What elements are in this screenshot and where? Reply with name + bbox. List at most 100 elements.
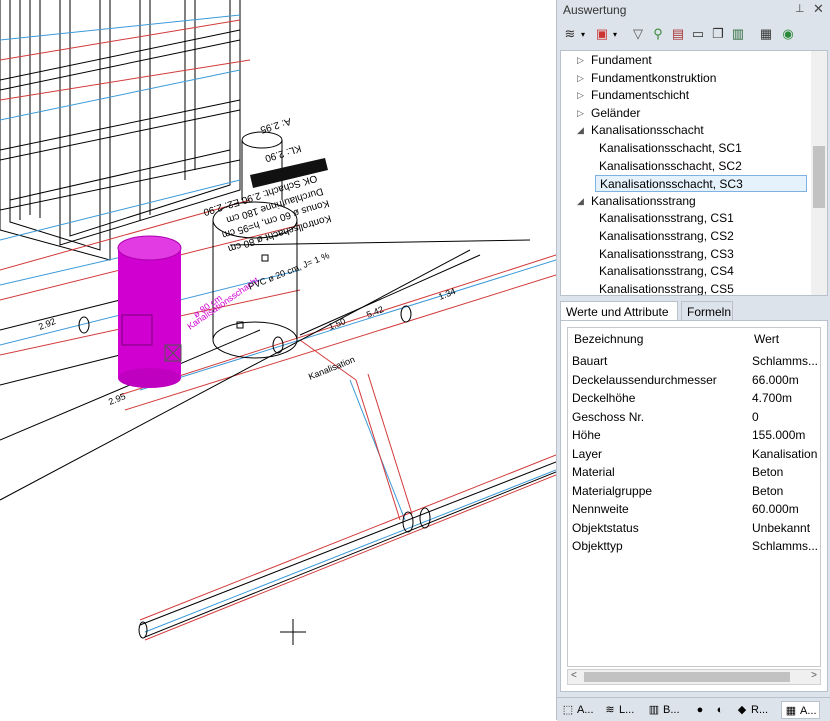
property-row[interactable]: Objektstatus Unbekannt [568, 519, 820, 537]
report-icon[interactable]: ▤ [669, 25, 687, 43]
panel-titlebar: Auswertung ⊥ ✕ [557, 0, 830, 20]
tree-item-label: Kanalisationsstrang, CS5 [599, 281, 734, 296]
close-icon[interactable]: ✕ [813, 1, 824, 17]
property-value: 0 [752, 409, 759, 424]
tree-item[interactable]: Kanalisationsschacht, SC1 [595, 140, 787, 157]
bottom-tab-label: A... [800, 705, 817, 717]
hscroll-thumb[interactable] [584, 672, 790, 682]
tree-group[interactable]: ▷ Fundamentkonstruktion [577, 70, 787, 87]
tree-item[interactable]: Kanalisationsschacht, SC2 [595, 158, 787, 175]
tree-group[interactable]: ◢ Kanalisationsschacht [577, 122, 787, 139]
tree-item[interactable]: Kanalisationsstrang, CS1 [595, 210, 787, 227]
collapse-arrow-icon[interactable]: ◢ [577, 122, 589, 139]
bottom-tab[interactable]: ● [693, 701, 709, 719]
bottom-tab[interactable]: ≋ L... [603, 701, 634, 719]
books-icon: ▥ [648, 704, 660, 716]
property-row[interactable]: Deckelhöhe 4.700m [568, 389, 820, 407]
tree-item[interactable]: Kanalisationsstrang, CS5 [595, 281, 787, 296]
header-name[interactable]: Bezeichnung [574, 332, 643, 346]
property-name: Objekttyp [572, 539, 623, 553]
property-name: Layer [572, 446, 603, 461]
property-value: 4.700m [752, 391, 793, 405]
tree-group[interactable]: ◢ Kanalisationsstrang [577, 193, 787, 210]
export-icon[interactable]: ▥ [729, 25, 747, 43]
properties-grid: Bezeichnung Wert Bauart Schlamms... Deckel… [567, 327, 821, 667]
tree-item-label: Kanalisationsschacht, SC3 [600, 177, 743, 192]
property-name: Bauart [572, 354, 608, 368]
property-row[interactable]: Höhe 155.000m [568, 426, 820, 444]
layers-icon[interactable]: ≋ [561, 25, 579, 43]
tag-icon: ◆ [737, 704, 747, 716]
cad-viewport[interactable]: Kanalisationsschacht ø 80 cm Kontrollsch… [0, 0, 556, 720]
red-lines [0, 19, 556, 641]
tab-formulas[interactable]: Formeln [681, 301, 733, 321]
tree-item-label: Kanalisationsschacht, SC2 [599, 158, 742, 173]
property-name: Objektstatus [572, 520, 639, 535]
property-name: Höhe [572, 428, 601, 442]
collapse-arrow-icon[interactable]: ◢ [577, 193, 589, 210]
tab-values-attributes[interactable]: Werte und Attribute [560, 301, 678, 321]
expand-arrow-icon[interactable]: ▷ [577, 87, 589, 104]
property-row[interactable]: Objekttyp Schlamms... [568, 537, 820, 555]
property-name: Geschoss Nr. [572, 409, 645, 424]
tree-item-label: Kanalisationsstrang, CS4 [599, 264, 734, 279]
property-row[interactable]: Layer Kanalisation [568, 445, 820, 463]
selected-shaft[interactable] [117, 235, 182, 388]
property-value: Schlamms... [752, 354, 819, 368]
cad-drawing[interactable]: Kanalisationsschacht ø 80 cm Kontrollsch… [0, 0, 556, 720]
property-row[interactable]: Nennweite 60.000m [568, 500, 820, 518]
cube-icon: ⬚ [562, 704, 574, 716]
search-icon[interactable]: ⚲ [649, 25, 667, 43]
tree-item[interactable]: Kanalisationsstrang, CS4 [595, 263, 787, 280]
property-row[interactable]: Deckelaussendurchmesser 66.000m [568, 371, 820, 389]
tree-item[interactable]: Kanalisationsschacht, SC3 [595, 175, 807, 193]
tree-group[interactable]: ▷ Fundament [577, 52, 787, 69]
tree-item[interactable]: Kanalisationsstrang, CS2 [595, 228, 787, 245]
pin-icon[interactable]: ⊥ [795, 2, 805, 15]
tree-group[interactable]: ▷ Geländer [577, 105, 787, 122]
header-value[interactable]: Wert [754, 332, 779, 346]
help-report-icon[interactable]: ▣ [593, 25, 611, 43]
bottom-tab[interactable]: ◆ R... [735, 701, 768, 719]
properties-panel: Bezeichnung Wert Bauart Schlamms... Deckel… [560, 320, 828, 692]
tree-item-label: Kanalisationsstrang, CS2 [599, 229, 734, 243]
tree-scroll-thumb[interactable] [813, 146, 825, 208]
tree-item-label: Kanalisationsschacht, SC1 [599, 141, 742, 155]
svg-text:PVC ø 20 cm, J= 1 %: PVC ø 20 cm, J= 1 % [247, 250, 331, 292]
bottom-tab[interactable]: ⬚ A... [561, 701, 594, 719]
expand-arrow-icon[interactable]: ▷ [577, 52, 589, 69]
object-tree[interactable]: ▷ Fundament ▷ Fundamentkonstruktion ▷ Fundame… [560, 50, 828, 296]
layers-icon: ≋ [605, 704, 615, 716]
properties-hscrollbar[interactable]: < > [567, 669, 821, 685]
bottom-tab[interactable]: ◐ [713, 701, 729, 719]
globe-icon[interactable]: ◉ [779, 25, 797, 43]
evaluation-panel: Auswertung ⊥ ✕ ≋ ▾ ▣ ▾ ▽ ⚲ ▤ ▭ ❐ ▥ ▦ ◉ ▷… [556, 0, 830, 721]
tree-scrollbar[interactable] [811, 51, 827, 295]
tree-item-label: Kanalisationsschacht [591, 123, 704, 138]
print-icon[interactable]: ▭ [689, 25, 707, 43]
property-row[interactable]: Geschoss Nr. 0 [568, 408, 820, 426]
bottom-tab[interactable]: ▦ A... [781, 701, 820, 719]
building-frame [0, 0, 241, 261]
scroll-left-icon[interactable]: < [571, 670, 577, 681]
dropdown-icon[interactable]: ▾ [611, 25, 619, 43]
property-name: Material [572, 465, 615, 479]
dropdown-icon[interactable]: ▾ [579, 25, 587, 43]
tree-item[interactable]: Kanalisationsstrang, CS3 [595, 246, 787, 263]
filter-icon[interactable]: ▽ [629, 25, 647, 43]
property-value: Unbekannt [752, 520, 811, 535]
copy-icon[interactable]: ❐ [709, 25, 727, 43]
property-row[interactable]: Materialgruppe Beton [568, 482, 820, 500]
database-icon[interactable]: ▦ [757, 25, 775, 43]
scroll-right-icon[interactable]: > [811, 670, 817, 681]
tree-group[interactable]: ▷ Fundamentschicht [577, 87, 787, 104]
svg-text:5.42: 5.42 [365, 304, 385, 320]
property-row[interactable]: Bauart Schlamms... [568, 352, 820, 370]
property-value: Kanalisation [752, 446, 818, 461]
svg-text:2.92: 2.92 [37, 316, 57, 332]
expand-arrow-icon[interactable]: ▷ [577, 105, 589, 122]
blue-pipes [0, 14, 556, 633]
expand-arrow-icon[interactable]: ▷ [577, 70, 589, 87]
bottom-tab[interactable]: ▥ B... [647, 701, 680, 719]
property-row[interactable]: Material Beton [568, 463, 820, 481]
